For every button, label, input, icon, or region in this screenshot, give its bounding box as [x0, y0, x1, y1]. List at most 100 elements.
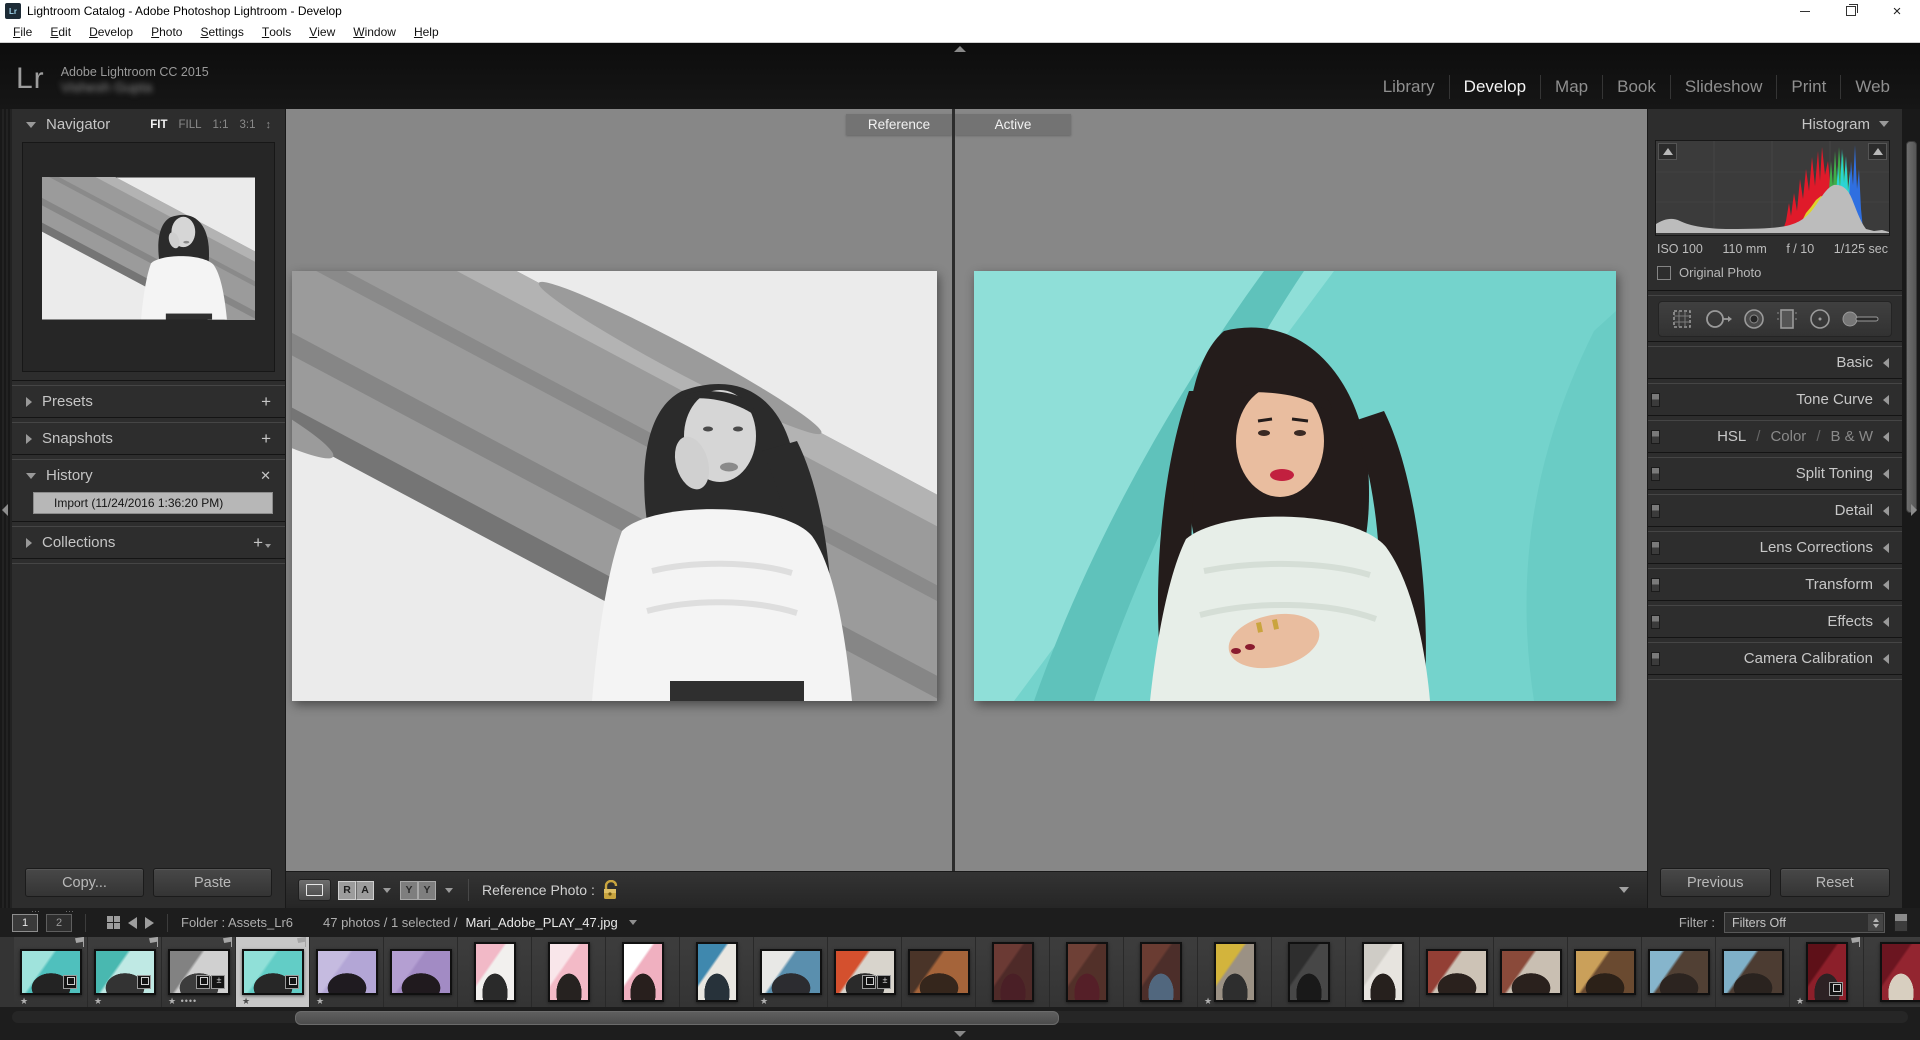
flag-icon[interactable] [148, 937, 158, 947]
module-library[interactable]: Library [1369, 75, 1449, 99]
edited-badge-icon[interactable] [211, 975, 225, 989]
adjustment-brush-tool-icon[interactable] [1841, 307, 1881, 331]
zoom-mode-3-1[interactable]: 3:1 [240, 119, 256, 131]
filmstrip-thumbnail[interactable] [1864, 937, 1920, 1007]
panel-header-basic[interactable]: Basic [1648, 347, 1902, 378]
panel-toggle-switch[interactable] [1651, 430, 1660, 444]
filmstrip-thumbnail[interactable] [902, 937, 976, 1007]
go-back-arrow-icon[interactable] [128, 917, 137, 929]
history-item-import[interactable]: Import (11/24/2016 1:36:20 PM) [33, 492, 273, 514]
menu-tools[interactable]: Tools [253, 22, 300, 42]
filmstrip-thumbnail[interactable] [1494, 937, 1568, 1007]
flag-icon[interactable] [222, 937, 232, 947]
copy-badge-icon[interactable] [137, 975, 151, 989]
edited-badge-icon[interactable] [877, 975, 891, 989]
reference-active-view-button[interactable]: RA [338, 881, 374, 900]
panel-toggle-switch[interactable] [1651, 578, 1660, 592]
zoom-mode-1-1[interactable]: 1:1 [213, 119, 229, 131]
panel-header-camera-calibration[interactable]: Camera Calibration [1648, 643, 1902, 674]
selected-filename[interactable]: Mari_Adobe_PLAY_47.jpg [465, 915, 617, 930]
reference-lock-icon[interactable] [602, 880, 619, 901]
panel-toggle-switch[interactable] [1651, 467, 1660, 481]
copy-badge-icon[interactable] [63, 975, 77, 989]
panel-toggle-switch[interactable] [1651, 393, 1660, 407]
filmstrip-thumbnail[interactable] [1050, 937, 1124, 1007]
star-rating[interactable]: ★ [1796, 997, 1805, 1006]
menu-edit[interactable]: Edit [41, 22, 80, 42]
module-map[interactable]: Map [1540, 75, 1602, 99]
flag-icon[interactable] [74, 937, 84, 947]
filmstrip-thumbnail[interactable]: ★ [236, 937, 310, 1007]
highlight-clipping-button[interactable] [1868, 143, 1887, 160]
zoom-level-stepper-icon[interactable]: ↕ [266, 119, 272, 131]
filmstrip-thumbnail[interactable] [1272, 937, 1346, 1007]
copy-button[interactable]: Copy... [25, 868, 144, 897]
restore-button[interactable] [1828, 0, 1874, 22]
star-rating[interactable]: ★ [316, 997, 325, 1006]
red-eye-tool-icon[interactable] [1741, 307, 1767, 331]
radial-filter-tool-icon[interactable] [1807, 307, 1833, 331]
panel-header-detail[interactable]: Detail [1648, 495, 1902, 526]
panel-toggle-switch[interactable] [1651, 504, 1660, 518]
panel-toggle-switch[interactable] [1651, 541, 1660, 555]
zoom-mode-fit[interactable]: FIT [150, 119, 167, 131]
panel-header-presets[interactable]: Presets+ [12, 386, 285, 417]
left-collapse-arrow-icon[interactable] [2, 504, 8, 516]
histogram-header[interactable]: Histogram [1648, 109, 1902, 139]
crop-overlay-tool-icon[interactable] [1669, 307, 1695, 331]
main-window-button[interactable]: 1 [12, 914, 38, 932]
go-forward-arrow-icon[interactable] [145, 917, 154, 929]
flag-icon[interactable] [296, 937, 306, 947]
left-panel-collapse-strip[interactable] [0, 109, 12, 908]
filmstrip-thumbnail[interactable] [1568, 937, 1642, 1007]
filter-dropdown[interactable]: Filters Off [1724, 912, 1885, 933]
star-rating[interactable]: ★ [760, 997, 769, 1006]
star-rating[interactable]: ★ •••• [168, 997, 197, 1006]
navigator-header[interactable]: Navigator FITFILL1:13:1 ↕ [12, 109, 285, 140]
menu-develop[interactable]: Develop [80, 22, 142, 42]
copy-badge-icon[interactable] [862, 975, 876, 989]
panel-header-collections[interactable]: Collections+ [12, 527, 285, 558]
filter-toggle-switch[interactable] [1894, 913, 1908, 932]
add-snapshots-button[interactable]: + [261, 429, 271, 449]
active-photo[interactable] [974, 271, 1616, 701]
folder-breadcrumb[interactable]: Folder : Assets_Lr6 [181, 915, 293, 930]
hsl-mode-hsl[interactable]: HSL [1717, 428, 1746, 445]
filmstrip-thumbnail[interactable] [1124, 937, 1198, 1007]
filmstrip-thumbnail[interactable]: ★ [1790, 937, 1864, 1007]
filmstrip-thumbnail[interactable] [1642, 937, 1716, 1007]
add-collections-button[interactable]: + [253, 533, 271, 553]
filmstrip-thumbnail[interactable]: ★ [88, 937, 162, 1007]
panel-toggle-switch[interactable] [1651, 652, 1660, 666]
graduated-filter-tool-icon[interactable] [1775, 307, 1799, 331]
right-panel-collapse-strip[interactable] [1902, 109, 1920, 908]
menu-window[interactable]: Window [344, 22, 405, 42]
collapse-filmstrip-arrow-icon[interactable] [954, 1031, 966, 1037]
navigator-preview[interactable] [22, 142, 275, 372]
module-develop[interactable]: Develop [1449, 75, 1540, 99]
filmstrip-thumbnail[interactable] [384, 937, 458, 1007]
menu-help[interactable]: Help [405, 22, 448, 42]
panel-toggle-switch[interactable] [1651, 615, 1660, 629]
add-presets-button[interactable]: + [261, 392, 271, 412]
histogram[interactable] [1655, 140, 1890, 236]
paste-button[interactable]: Paste [153, 868, 272, 897]
minimize-button[interactable] [1782, 0, 1828, 22]
filmstrip-thumbnail[interactable]: ★ [1198, 937, 1272, 1007]
module-print[interactable]: Print [1776, 75, 1840, 99]
right-panel-scrollbar[interactable] [1906, 141, 1917, 513]
filename-dropdown-icon[interactable] [629, 920, 637, 925]
panel-header-history[interactable]: History✕ [12, 460, 285, 491]
module-slideshow[interactable]: Slideshow [1670, 75, 1777, 99]
panel-header-tone-curve[interactable]: Tone Curve [1648, 384, 1902, 415]
panel-header-hsl-color-b-w[interactable]: HSL/Color/B & W [1648, 421, 1902, 452]
module-book[interactable]: Book [1602, 75, 1670, 99]
filmstrip-scrollbar-thumb[interactable] [295, 1011, 1059, 1025]
panel-header-transform[interactable]: Transform [1648, 569, 1902, 600]
filmstrip-thumbnail[interactable] [606, 937, 680, 1007]
toolbar-options-dropdown-icon[interactable] [1619, 887, 1629, 893]
filmstrip-thumbnail[interactable] [976, 937, 1050, 1007]
view-mode-dropdown-icon[interactable] [383, 888, 391, 893]
reset-button[interactable]: Reset [1780, 868, 1891, 897]
original-photo-checkbox[interactable] [1657, 266, 1671, 280]
